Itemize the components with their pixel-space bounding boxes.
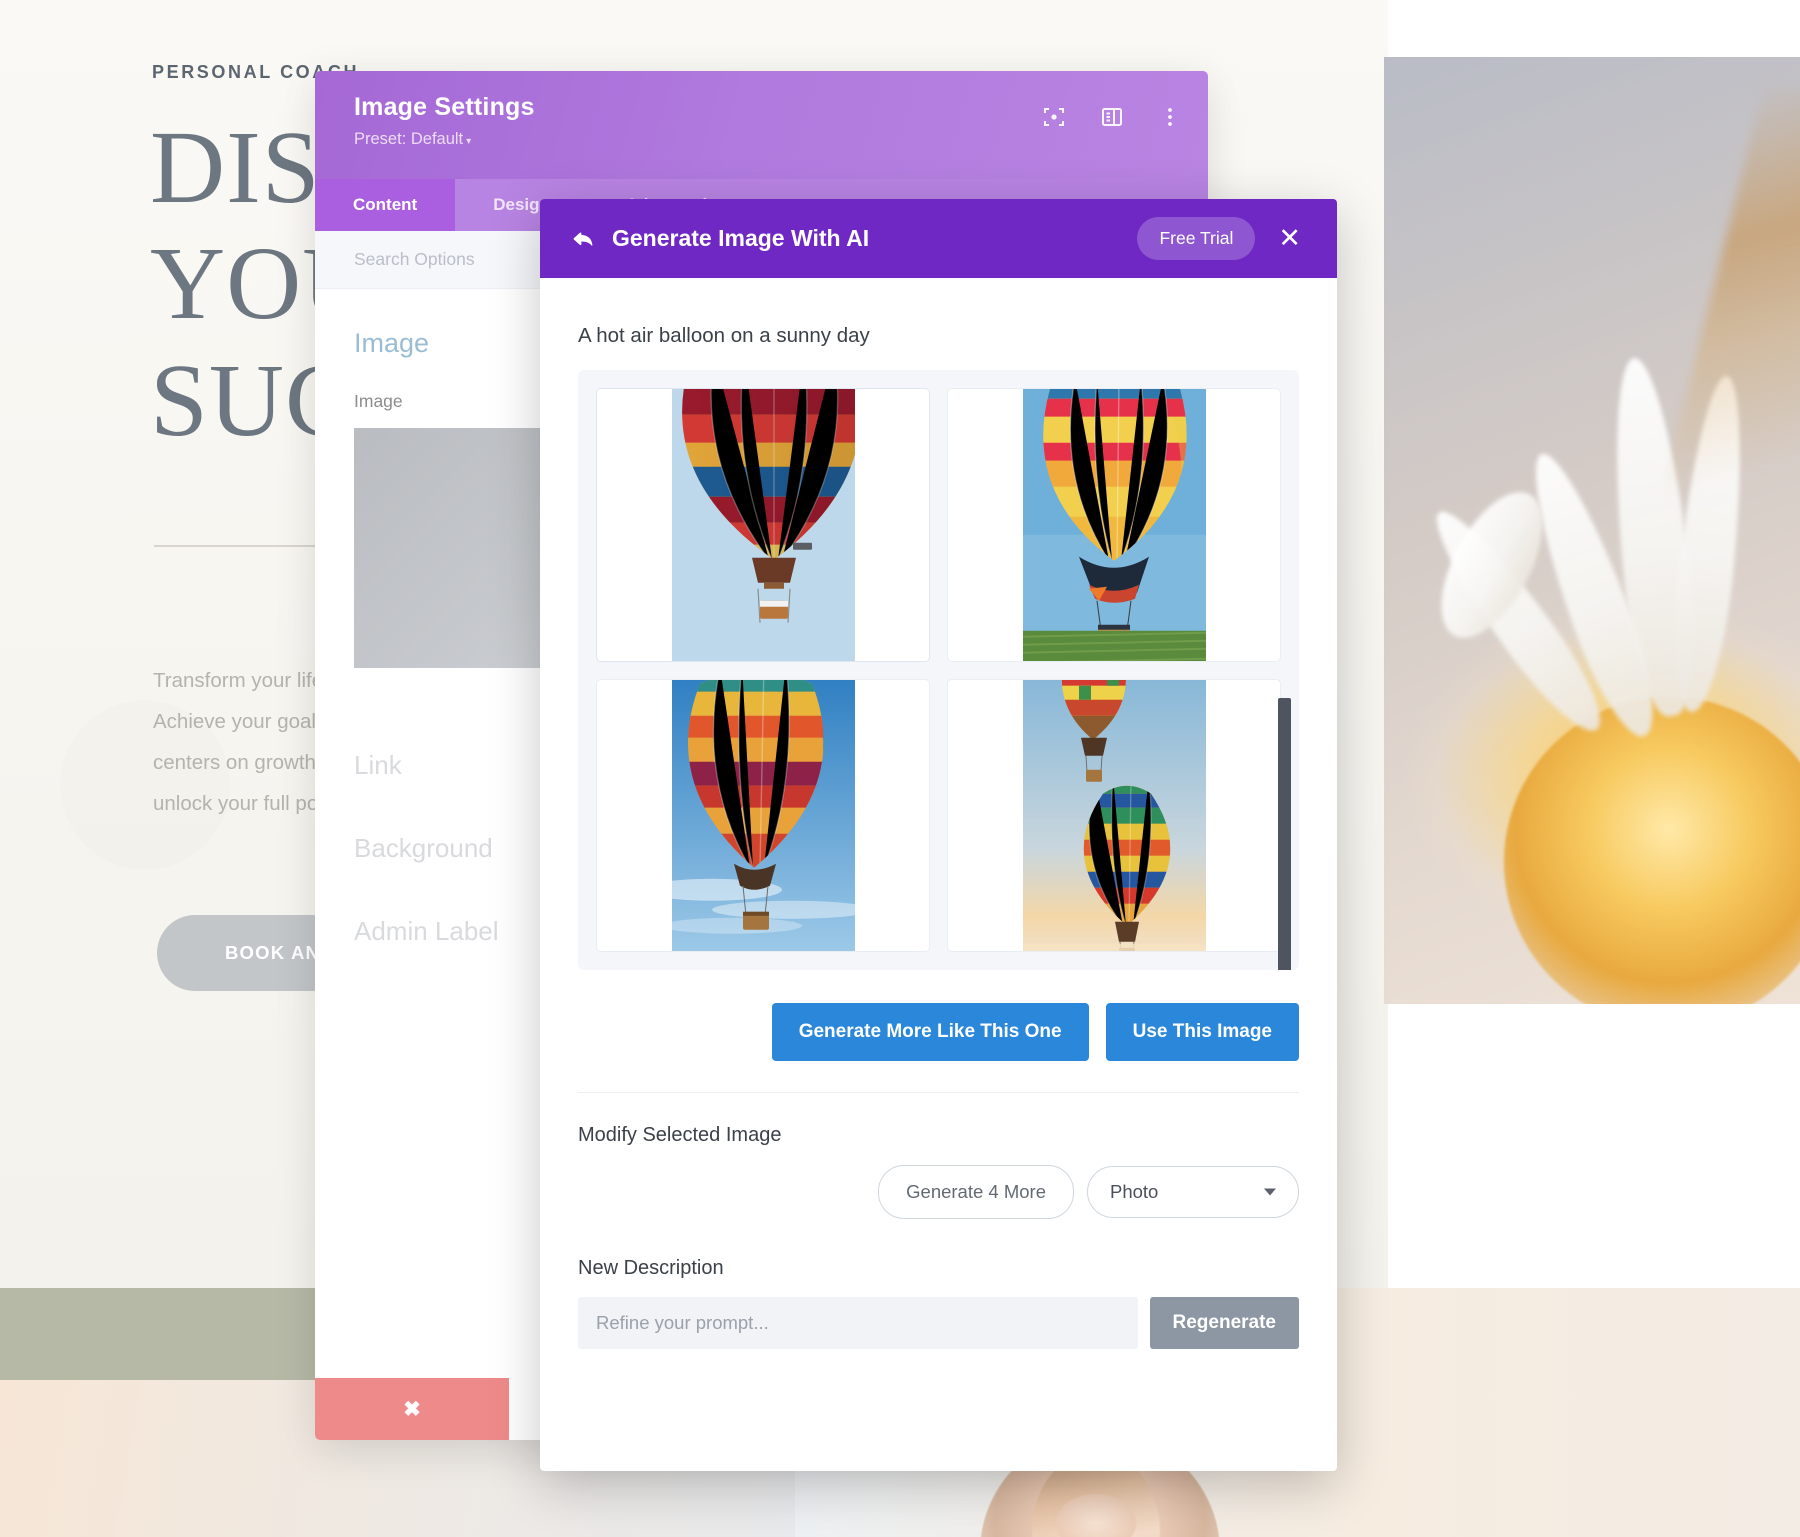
- ai-dialog-body: A hot air balloon on a sunny day Generat…: [540, 278, 1337, 1471]
- generate-image-ai-dialog: Generate Image With AI Free Trial ✕ A ho…: [540, 199, 1337, 1471]
- generated-image-2[interactable]: [947, 388, 1281, 662]
- more-vertical-icon[interactable]: [1158, 105, 1182, 129]
- image-style-value: Photo: [1110, 1181, 1159, 1202]
- tab-content[interactable]: Content: [315, 179, 456, 231]
- generate-4-more-button[interactable]: Generate 4 More: [878, 1165, 1074, 1219]
- free-trial-badge[interactable]: Free Trial: [1137, 217, 1256, 260]
- screen-root: PERSONAL COACH DISCOVER YOUR SUCCESS Tra…: [0, 0, 1800, 1537]
- focus-target-icon[interactable]: [1042, 105, 1066, 129]
- new-description-row: Regenerate: [578, 1280, 1299, 1349]
- image-grid-scrollbar-track[interactable]: [1278, 388, 1295, 970]
- regenerate-button[interactable]: Regenerate: [1149, 1297, 1299, 1349]
- modify-controls-row: Generate 4 More Photo: [578, 1147, 1299, 1219]
- new-description-title: New Description: [578, 1257, 724, 1279]
- generated-images-grid: [596, 388, 1281, 952]
- balloon-image-1: [671, 389, 855, 661]
- settings-header-actions: [1042, 105, 1182, 129]
- generated-image-1[interactable]: [596, 388, 930, 662]
- back-arrow-icon[interactable]: [570, 226, 596, 252]
- preset-selector[interactable]: Preset: Default ▾: [354, 130, 1178, 149]
- generated-image-3[interactable]: [596, 678, 930, 952]
- prompt-text: A hot air balloon on a sunny day: [578, 324, 870, 347]
- generated-image-4[interactable]: [947, 678, 1281, 952]
- close-icon[interactable]: ✕: [1272, 221, 1307, 256]
- ai-primary-actions: Generate More Like This One Use This Ima…: [578, 970, 1299, 1093]
- ai-dialog-title: Generate Image With AI: [612, 225, 870, 251]
- image-style-select[interactable]: Photo: [1087, 1166, 1299, 1218]
- layout-panel-icon[interactable]: [1100, 105, 1124, 129]
- balloon-image-4: [1022, 679, 1206, 951]
- image-grid-scrollbar-thumb[interactable]: [1278, 698, 1291, 970]
- discard-changes-button[interactable]: ✖: [315, 1378, 509, 1440]
- ai-dialog-header: Generate Image With AI Free Trial ✕: [540, 199, 1337, 278]
- flower-center: [1504, 697, 1800, 1004]
- use-this-image-button[interactable]: Use This Image: [1105, 1003, 1299, 1061]
- chevron-down-icon: [1264, 1188, 1276, 1196]
- settings-modal-header: Image Settings Preset: Default ▾: [315, 71, 1208, 179]
- balloon-image-3: [671, 679, 855, 951]
- preset-label: Preset: Default: [354, 130, 464, 148]
- generate-more-like-this-button[interactable]: Generate More Like This One: [771, 1003, 1089, 1061]
- balloon-image-2: [1022, 389, 1206, 661]
- modify-selected-image-title: Modify Selected Image: [578, 1124, 782, 1146]
- refine-prompt-input[interactable]: [578, 1297, 1138, 1349]
- generated-images-panel: [578, 370, 1299, 970]
- chevron-down-icon: ▾: [466, 136, 472, 147]
